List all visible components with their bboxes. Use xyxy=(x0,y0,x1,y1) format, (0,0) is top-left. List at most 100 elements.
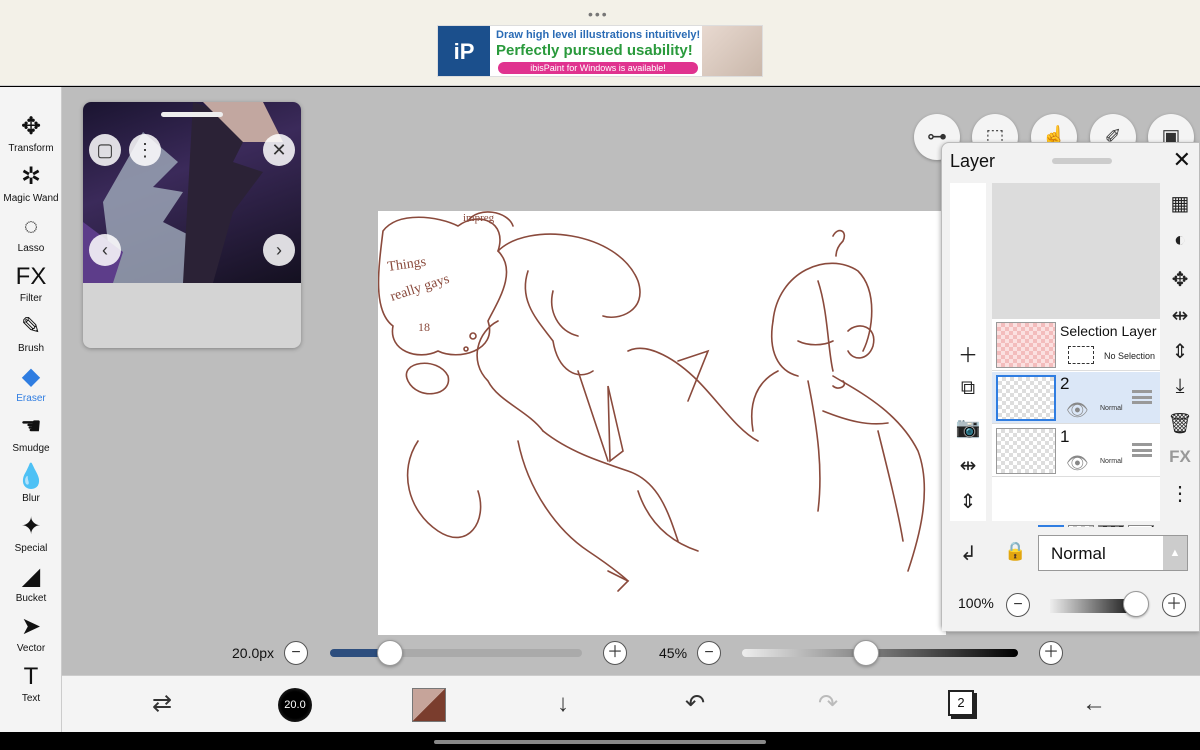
tool-lasso[interactable]: ◌ Lasso xyxy=(0,211,62,261)
home-indicator[interactable] xyxy=(434,740,766,744)
more-dots-icon[interactable]: ••• xyxy=(588,6,609,22)
brush-opacity-minus-button[interactable]: − xyxy=(697,641,721,665)
back-icon[interactable]: ← xyxy=(1074,686,1114,722)
layer-left-actions: ＋ ⧉ 📷 ⇹ ⇕ xyxy=(950,183,986,521)
drag-handle-icon[interactable] xyxy=(1132,443,1152,457)
opacity-slider-knob[interactable] xyxy=(1123,591,1149,617)
selection-layer-name: Selection Layer xyxy=(1060,323,1157,339)
drawing-canvas[interactable]: Things really gays impreg 18 xyxy=(378,211,946,635)
layer-1-blend: Normal xyxy=(1100,458,1123,465)
arrow-down-icon[interactable]: ↓ xyxy=(543,686,583,722)
redo-icon[interactable]: ↷ xyxy=(808,686,848,722)
reference-menu-icon[interactable]: ⋮ xyxy=(129,134,161,166)
brush-size-minus-button[interactable]: − xyxy=(284,641,308,665)
color-picker-swatch[interactable] xyxy=(412,688,446,722)
more-vertical-icon[interactable]: ⋮ xyxy=(1162,481,1198,506)
transform-icon: ✥ xyxy=(20,113,42,140)
selection-status: No Selection xyxy=(1104,351,1156,361)
tool-smudge[interactable]: ☚ Smudge xyxy=(0,411,62,461)
layer-2-thumbnail xyxy=(996,375,1056,421)
visibility-eye-icon[interactable]: 👁 xyxy=(1066,453,1089,474)
move-icon[interactable]: ✥ xyxy=(1162,267,1198,292)
close-icon[interactable]: ✕ xyxy=(1173,147,1191,173)
lasso-icon: ◌ xyxy=(23,213,39,240)
reference-frame-icon[interactable]: ▢ xyxy=(89,134,121,166)
selection-marquee-icon xyxy=(1068,346,1094,364)
brush-icon: ✎ xyxy=(20,313,42,340)
layer-panel-handle[interactable] xyxy=(1052,158,1112,164)
text-icon: T xyxy=(23,663,39,690)
opacity-minus-button[interactable]: − xyxy=(1006,593,1030,617)
tool-eraser[interactable]: ◆ Eraser xyxy=(0,361,62,411)
flip-vertical-icon[interactable]: ⇕ xyxy=(950,489,986,514)
camera-icon[interactable]: 📷 xyxy=(950,415,986,440)
tool-sidebar: ✥ Transform ✲ Magic Wand ◌ Lasso FX Filter ✎ Brus… xyxy=(0,87,62,732)
brush-opacity-plus-button[interactable]: ＋ xyxy=(1039,641,1063,665)
merge-icon[interactable]: ⇕ xyxy=(1162,339,1198,364)
ad-banner[interactable]: iP Draw high level illustrations intuiti… xyxy=(437,25,763,77)
ad-tagline: Perfectly pursued usability! xyxy=(496,42,693,59)
ad-character-image xyxy=(702,26,762,76)
flip-layer-icon[interactable]: ⇹ xyxy=(1162,303,1198,328)
flip-horizontal-icon[interactable]: ⇹ xyxy=(950,453,986,478)
ad-footer: ibisPaint for Windows is available! xyxy=(498,62,698,74)
opacity-plus-button[interactable]: ＋ xyxy=(1162,593,1186,617)
tool-label: Brush xyxy=(17,343,45,354)
reference-close-icon[interactable]: ✕ xyxy=(263,134,295,166)
alpha-lock-icon[interactable]: 🔒 xyxy=(1004,541,1026,562)
tool-bucket[interactable]: ◢ Bucket xyxy=(0,561,62,611)
tool-brush[interactable]: ✎ Brush xyxy=(0,311,62,361)
tool-label: Smudge xyxy=(12,443,50,454)
bucket-icon: ◢ xyxy=(21,563,41,590)
tool-transform[interactable]: ✥ Transform xyxy=(0,111,62,161)
smudge-icon: ☚ xyxy=(20,413,42,440)
ad-headline: Draw high level illustrations intuitivel… xyxy=(496,29,701,41)
reference-drag-handle[interactable] xyxy=(161,112,223,117)
layers-button[interactable]: 2 xyxy=(948,690,974,716)
selection-layer-thumbnail xyxy=(996,322,1056,368)
reference-prev-icon[interactable]: ‹ xyxy=(89,234,121,266)
drag-handle-icon[interactable] xyxy=(1132,390,1152,404)
layer-panel[interactable]: Layer ✕ ＋ ⧉ 📷 ⇹ ⇕ Selection Layer No Sel… xyxy=(941,142,1200,632)
brush-opacity-knob[interactable] xyxy=(853,640,880,666)
reference-next-icon[interactable]: › xyxy=(263,234,295,266)
swap-tool-icon[interactable]: ⇄ xyxy=(142,686,182,722)
merge-down-icon[interactable]: ⤓ xyxy=(1162,375,1198,398)
bottom-toolbar: ⇄ 20.0 ↓ ↶ ↷ 2 ← xyxy=(62,675,1200,732)
layer-fx-icon[interactable]: FX xyxy=(1162,447,1198,467)
layer-list-empty-area xyxy=(992,183,1160,319)
tool-label: Text xyxy=(21,693,41,704)
tool-special[interactable]: ✦ Special xyxy=(0,511,62,561)
layer-row-1[interactable]: 1 👁 Normal xyxy=(992,425,1160,477)
undo-icon[interactable]: ↶ xyxy=(675,686,715,722)
blur-icon: 💧 xyxy=(16,463,46,490)
blend-mode-arrow-icon[interactable]: ▲ xyxy=(1163,536,1187,570)
add-layer-icon[interactable]: ＋ xyxy=(950,339,986,368)
duplicate-layer-icon[interactable]: ⧉ xyxy=(950,377,986,400)
brush-opacity-value: 45% xyxy=(659,645,688,661)
tool-label: Blur xyxy=(22,493,40,504)
tool-magic-wand[interactable]: ✲ Magic Wand xyxy=(0,161,62,211)
tool-label: Eraser xyxy=(16,393,46,404)
clip-arrow-icon[interactable]: ↲ xyxy=(960,541,977,566)
checkerboard-icon[interactable]: ▦ xyxy=(1162,191,1198,216)
blend-mode-select[interactable]: Normal ▲ xyxy=(1038,535,1188,571)
tool-filter[interactable]: FX Filter xyxy=(0,261,62,311)
selection-layer-row[interactable]: Selection Layer No Selection xyxy=(992,319,1160,371)
svg-text:really gays: really gays xyxy=(389,272,452,305)
visibility-eye-icon[interactable]: 👁 xyxy=(1066,400,1089,421)
brush-opacity-track[interactable] xyxy=(742,649,1018,657)
tool-label: Vector xyxy=(16,643,46,654)
reference-window[interactable]: ▢ ⋮ ✕ ‹ › xyxy=(83,102,301,348)
layer-row-2[interactable]: 2 👁 Normal xyxy=(992,372,1160,424)
tool-vector[interactable]: ➤ Vector xyxy=(0,611,62,661)
tool-blur[interactable]: 💧 Blur xyxy=(0,461,62,511)
magic-wand-icon: ✲ xyxy=(20,163,42,190)
brush-size-plus-button[interactable]: ＋ xyxy=(603,641,627,665)
clipping-mask-icon[interactable]: ◐ xyxy=(1162,229,1198,252)
tool-text[interactable]: T Text xyxy=(0,661,62,711)
opacity-value: 100% xyxy=(958,595,994,611)
brush-size-preview[interactable]: 20.0 xyxy=(278,688,312,722)
eraser-icon: ◆ xyxy=(21,363,41,390)
trash-icon[interactable]: 🗑 xyxy=(1162,411,1198,436)
